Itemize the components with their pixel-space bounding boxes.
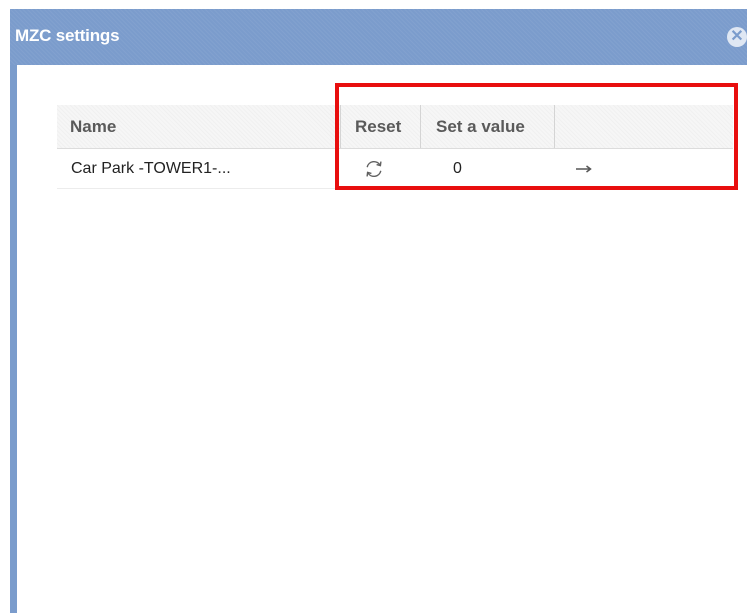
column-header-reset[interactable]: Reset xyxy=(340,105,420,148)
column-header-action xyxy=(554,105,733,148)
mzc-settings-dialog: MZC settings ✕ Name Reset Set a value Ca… xyxy=(10,9,747,613)
settings-grid: Name Reset Set a value Car Park -TOWER1-… xyxy=(57,105,733,189)
row-value[interactable]: 0 xyxy=(453,149,462,188)
dialog-titlebar[interactable]: MZC settings ✕ xyxy=(10,9,747,65)
table-row[interactable]: Car Park -TOWER1-... 0 xyxy=(57,149,733,189)
column-header-set-value[interactable]: Set a value xyxy=(420,105,554,148)
dialog-title: MZC settings xyxy=(15,26,120,45)
dialog-content: Name Reset Set a value Car Park -TOWER1-… xyxy=(17,65,747,613)
row-name: Car Park -TOWER1-... xyxy=(71,160,231,177)
column-header-name[interactable]: Name xyxy=(57,105,340,148)
grid-header: Name Reset Set a value xyxy=(57,105,733,149)
close-icon[interactable]: ✕ xyxy=(727,27,747,47)
arrow-right-icon[interactable] xyxy=(575,149,593,188)
refresh-icon[interactable] xyxy=(362,157,386,181)
